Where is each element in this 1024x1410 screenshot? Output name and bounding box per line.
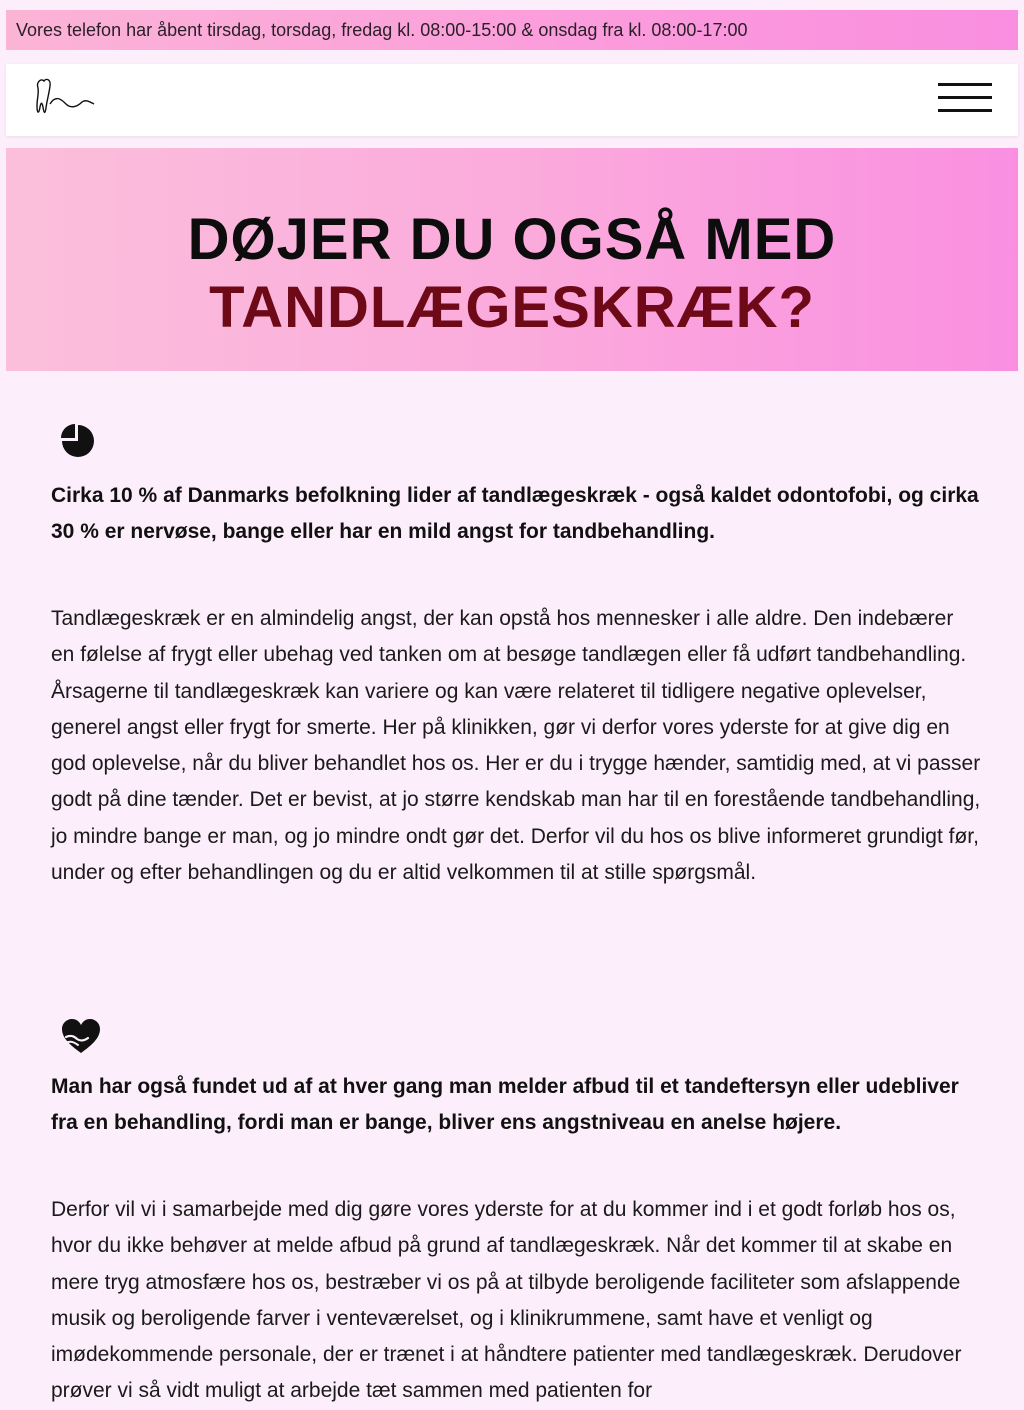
hero-banner: DØJER DU OGSÅ MED TANDLÆGESKRÆK? [6, 148, 1018, 371]
tooth-logo-icon[interactable] [32, 74, 102, 124]
hand-heart-icon [60, 1017, 102, 1057]
opening-hours-text: Vores telefon har åbent tirsdag, torsdag… [16, 19, 748, 40]
title-line-2: TANDLÆGESKRÆK? [209, 275, 815, 340]
section1-body: Tandlægeskræk er en almindelig angst, de… [51, 607, 981, 885]
page-title: DØJER DU OGSÅ MED TANDLÆGESKRÆK? [6, 206, 1018, 342]
title-line-1: DØJER DU OGSÅ MED [187, 207, 837, 272]
section1-lead: Cirka 10 % af Danmarks befolkning lider … [51, 484, 979, 543]
site-header [6, 64, 1018, 136]
section2-lead: Man har også fundet ud af at hver gang m… [51, 1075, 959, 1134]
hamburger-menu-icon[interactable] [938, 83, 992, 113]
pie-chart-icon [60, 423, 96, 459]
section2-body: Derfor vil vi i samarbejde med dig gøre … [51, 1198, 962, 1403]
opening-hours-bar: Vores telefon har åbent tirsdag, torsdag… [6, 10, 1018, 50]
